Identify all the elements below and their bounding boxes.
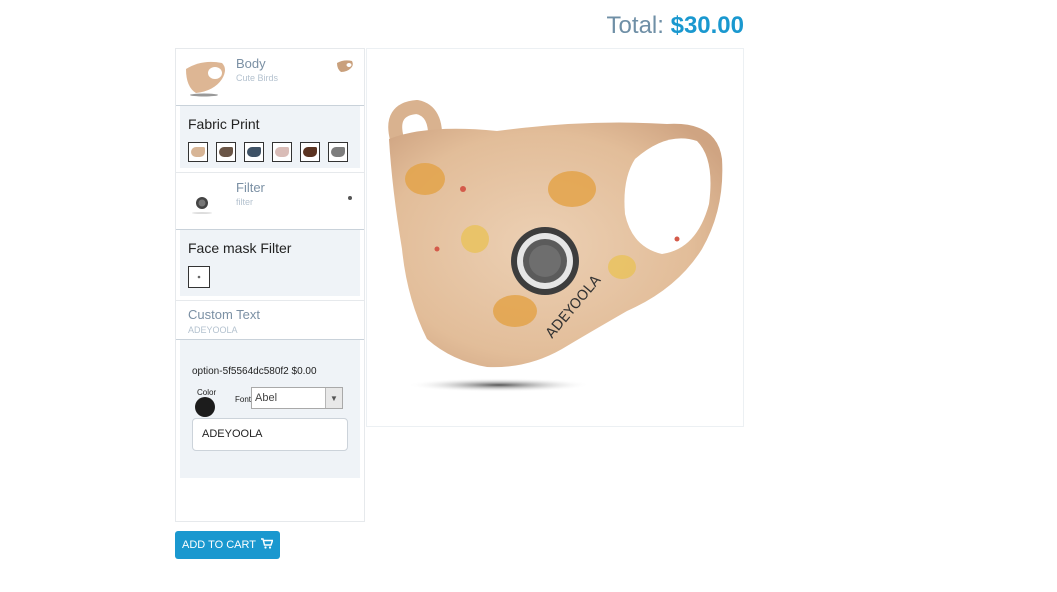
layer-filter-subtitle: filter [236, 197, 254, 207]
add-to-cart-label: ADD TO CART [182, 539, 256, 551]
layer-filter[interactable]: Filter filter [176, 172, 364, 230]
total-label: Total: [606, 12, 664, 39]
font-label: Font [235, 395, 252, 404]
body-preview-icon [336, 59, 354, 78]
custom-text-panel: option-5f5564dc580f2 $0.00 Color Font Ab… [180, 340, 360, 478]
layer-body-title: Body [236, 56, 266, 71]
fabric-swatch-5[interactable] [300, 142, 320, 162]
custom-text-title: Custom Text [188, 307, 261, 322]
fabric-swatch-2[interactable] [216, 142, 236, 162]
fabric-swatch-6[interactable] [328, 142, 348, 162]
fabric-swatch-4[interactable] [272, 142, 292, 162]
chevron-down-icon[interactable]: ▼ [325, 388, 342, 408]
order-total: Total: $30.00 [560, 10, 744, 42]
filter-swatch-1[interactable] [188, 266, 210, 288]
add-to-cart-button[interactable]: ADD TO CART [175, 531, 280, 559]
layer-filter-title: Filter [236, 180, 265, 195]
mask-preview-canvas[interactable]: ADEYOOLA [366, 48, 744, 427]
color-label: Color [197, 388, 217, 397]
layer-custom-text[interactable]: Custom Text ADEYOOLA [176, 300, 364, 340]
layer-body-subtitle: Cute Birds [236, 73, 279, 83]
custom-text-input[interactable]: ADEYOOLA [192, 418, 348, 451]
layer-body[interactable]: Body Cute Birds [176, 49, 364, 106]
face-mask-filter-title: Face mask Filter [188, 240, 292, 256]
customizer-sidebar: Body Cute Birds Fabric Print Filter filt… [175, 48, 365, 522]
font-select[interactable]: Abel ▼ [251, 387, 343, 409]
face-mask-filter-panel: Face mask Filter [180, 230, 360, 296]
filter-thumbnail [190, 191, 214, 220]
cart-icon [260, 538, 274, 552]
option-label: option-5f5564dc580f2 $0.00 [192, 366, 317, 377]
fabric-swatch-1[interactable] [188, 142, 208, 162]
fabric-swatch-3[interactable] [244, 142, 264, 162]
fabric-print-title: Fabric Print [188, 116, 260, 132]
color-picker[interactable] [195, 397, 215, 417]
custom-text-subtitle: ADEYOOLA [188, 325, 238, 335]
fabric-print-panel: Fabric Print [180, 106, 360, 168]
fabric-swatches [188, 142, 348, 162]
font-select-value: Abel [255, 392, 278, 404]
total-amount: $30.00 [670, 12, 744, 39]
body-thumbnail [182, 57, 228, 102]
face-mask-image: ADEYOOLA [388, 99, 723, 392]
filter-preview-icon [346, 189, 354, 207]
